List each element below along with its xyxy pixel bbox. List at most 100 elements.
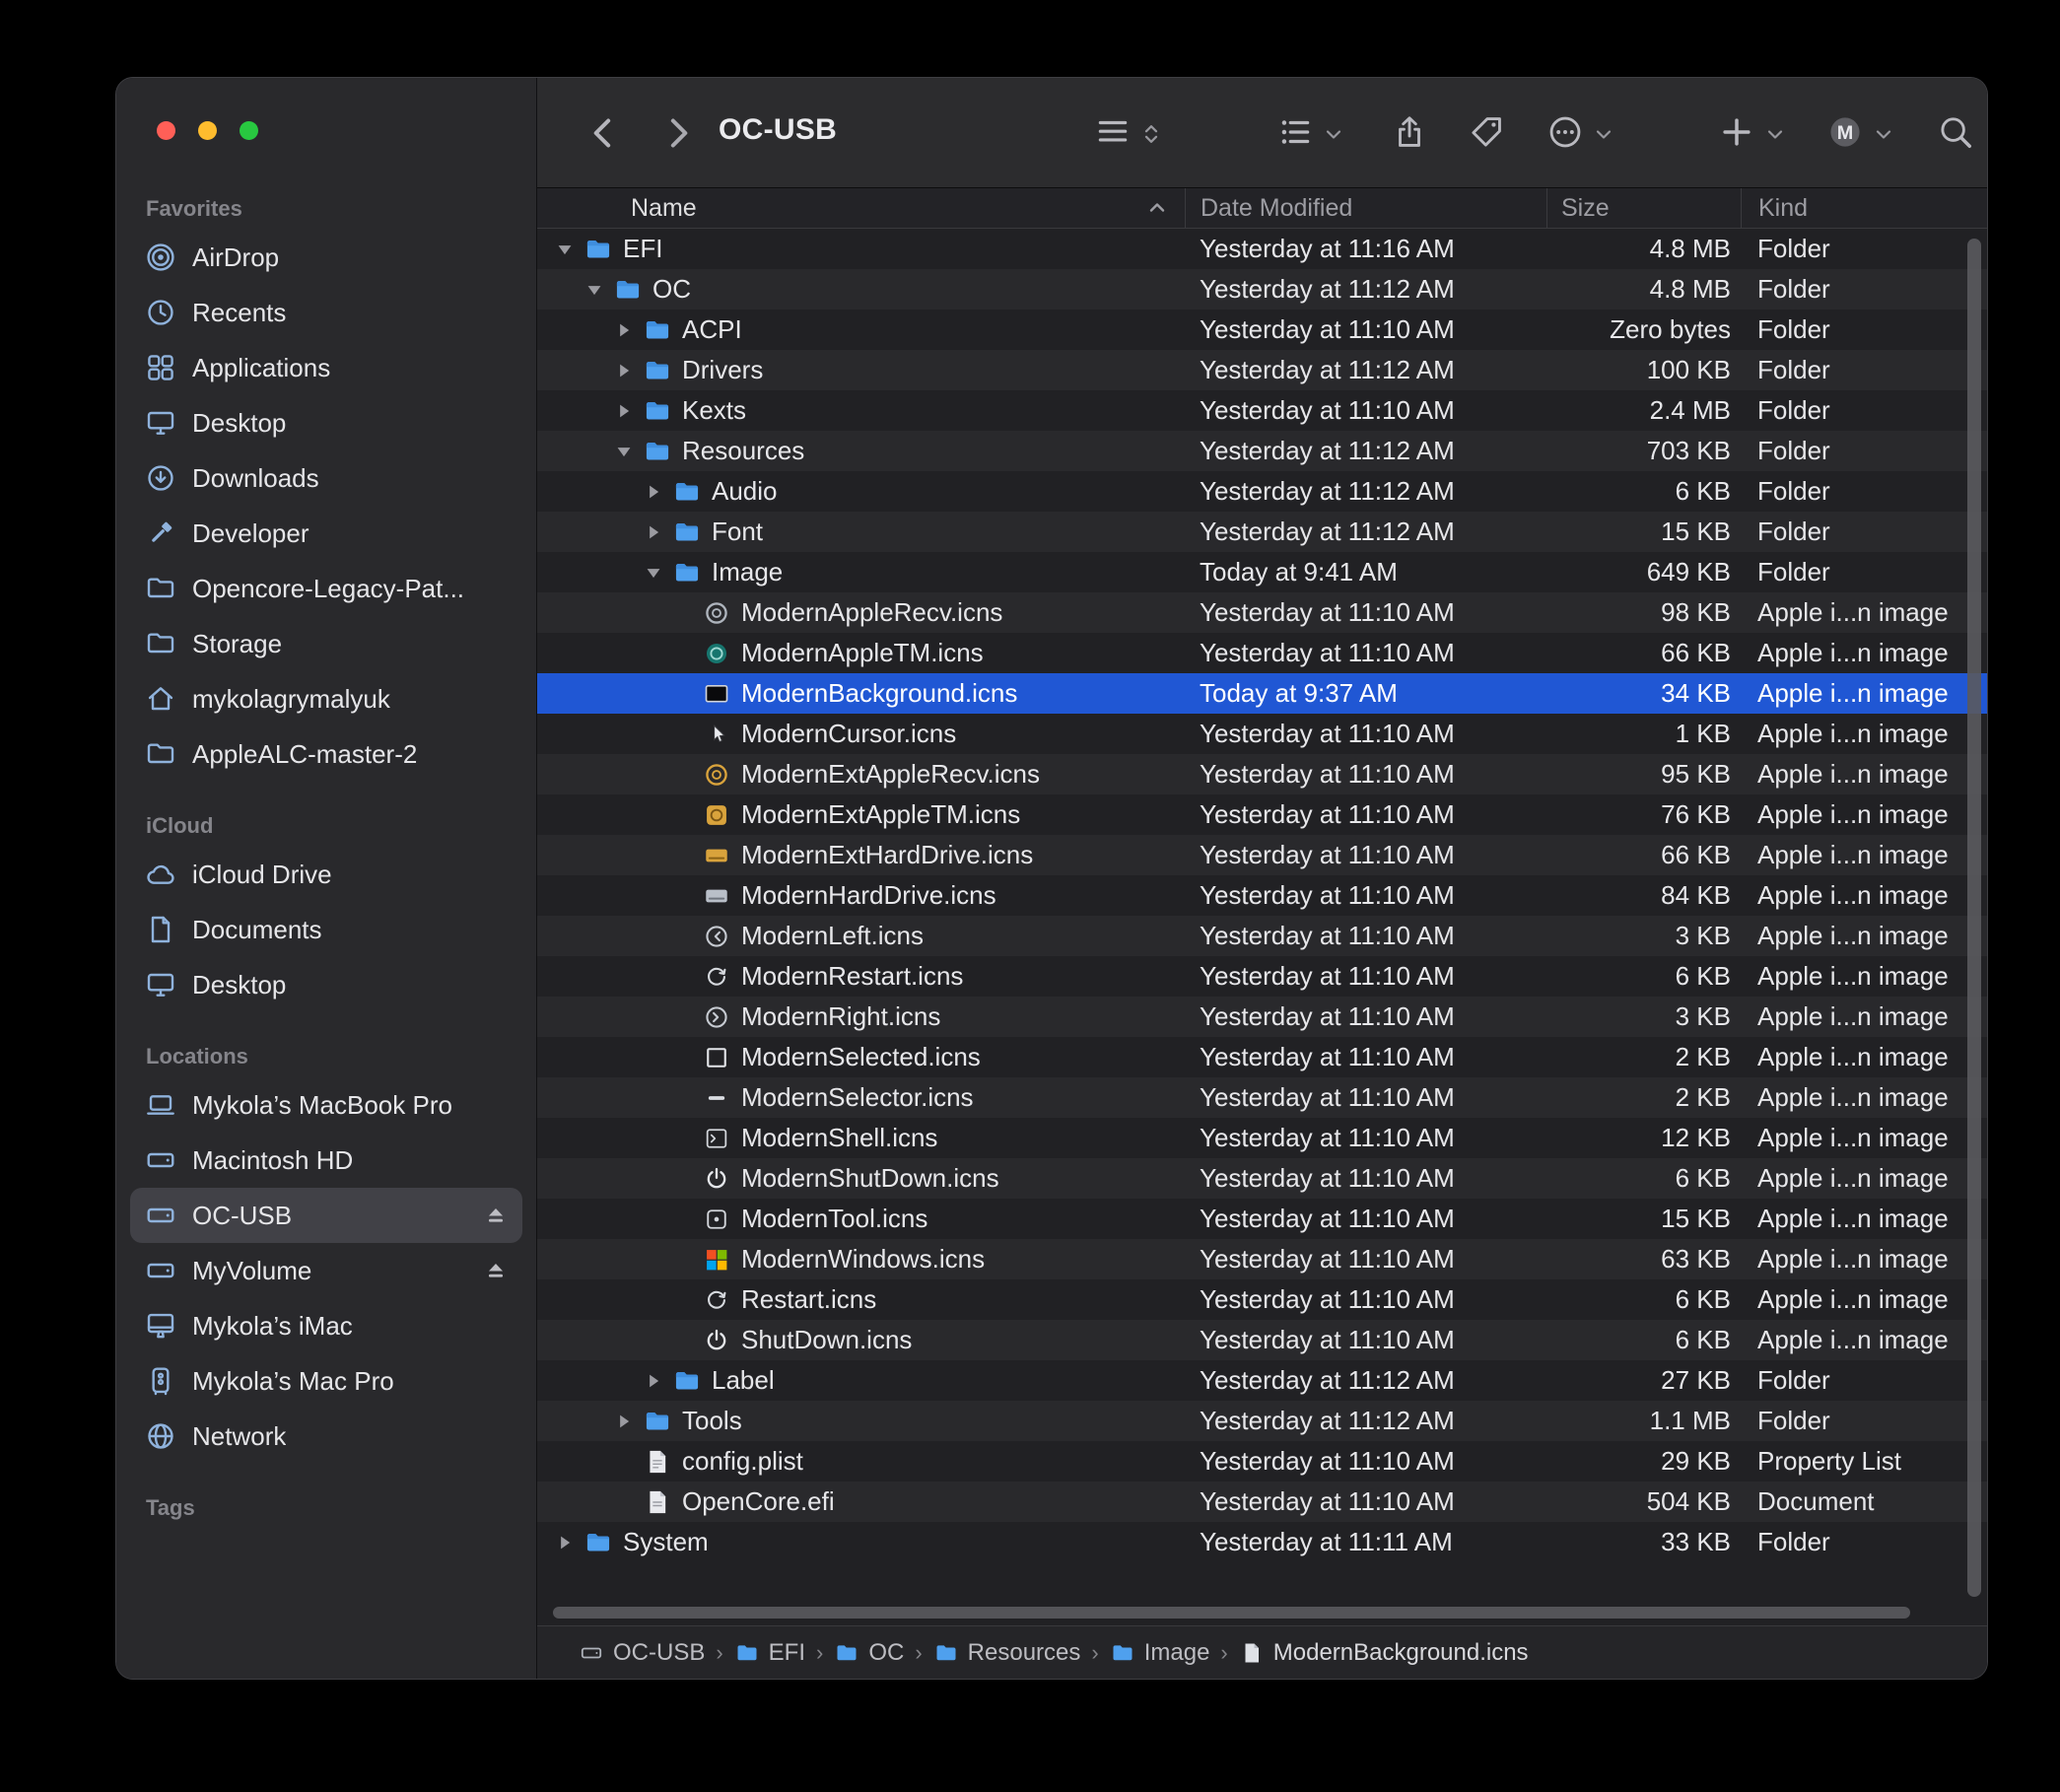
forward-button[interactable] xyxy=(657,113,697,153)
table-row[interactable]: ModernAppleRecv.icnsYesterday at 11:10 A… xyxy=(537,592,1987,633)
path-item-oc[interactable]: OC xyxy=(834,1639,904,1667)
table-row[interactable]: LabelYesterday at 11:12 AM27 KBFolder xyxy=(537,1360,1987,1401)
table-row[interactable]: ModernTool.icnsYesterday at 11:10 AM15 K… xyxy=(537,1199,1987,1239)
table-row[interactable]: ACPIYesterday at 11:10 AMZero bytesFolde… xyxy=(537,310,1987,350)
list-view-button[interactable] xyxy=(1094,111,1163,157)
table-row[interactable]: KextsYesterday at 11:10 AM2.4 MBFolder xyxy=(537,390,1987,431)
eject-icon[interactable] xyxy=(481,1201,511,1230)
table-row[interactable]: config.plistYesterday at 11:10 AM29 KBPr… xyxy=(537,1441,1987,1482)
sidebar-item-icloud-drive[interactable]: iCloud Drive xyxy=(130,847,522,902)
table-row[interactable]: ImageToday at 9:41 AM649 KBFolder xyxy=(537,552,1987,592)
table-row[interactable]: ModernExtAppleTM.icnsYesterday at 11:10 … xyxy=(537,794,1987,835)
disclosure-triangle-icon[interactable] xyxy=(613,400,635,422)
table-row[interactable]: ModernWindows.icnsYesterday at 11:10 AM6… xyxy=(537,1239,1987,1279)
file-kind: Apple i...n image xyxy=(1741,880,1987,911)
sidebar-item-oc-usb[interactable]: OC-USB xyxy=(130,1188,522,1243)
disclosure-triangle-icon[interactable] xyxy=(613,360,635,381)
column-header-name[interactable]: Name xyxy=(537,188,1185,228)
sidebar-item-network[interactable]: Network xyxy=(130,1409,522,1464)
table-row[interactable]: ModernExtHardDrive.icnsYesterday at 11:1… xyxy=(537,835,1987,875)
sidebar-item-documents[interactable]: Documents xyxy=(130,902,522,957)
horizontal-scrollbar[interactable] xyxy=(553,1607,1910,1619)
disclosure-triangle-icon[interactable] xyxy=(643,481,664,503)
group-button[interactable] xyxy=(1276,111,1345,157)
table-row[interactable]: ModernSelected.icnsYesterday at 11:10 AM… xyxy=(537,1037,1987,1077)
table-row[interactable]: AudioYesterday at 11:12 AM6 KBFolder xyxy=(537,471,1987,512)
folder-outline-icon xyxy=(144,627,177,660)
table-row[interactable]: SystemYesterday at 11:11 AM33 KBFolder xyxy=(537,1522,1987,1562)
disclosure-triangle-icon[interactable] xyxy=(584,279,605,301)
disclosure-triangle-icon[interactable] xyxy=(613,441,635,462)
disclosure-triangle-icon[interactable] xyxy=(643,562,664,584)
table-row[interactable]: ModernShell.icnsYesterday at 11:10 AM12 … xyxy=(537,1118,1987,1158)
sidebar-item-mykolagrymalyuk[interactable]: mykolagrymalyuk xyxy=(130,671,522,726)
table-row[interactable]: ModernSelector.icnsYesterday at 11:10 AM… xyxy=(537,1077,1987,1118)
minimize-button[interactable] xyxy=(198,121,217,140)
disclosure-triangle-icon[interactable] xyxy=(554,1532,576,1553)
table-row[interactable]: ToolsYesterday at 11:12 AM1.1 MBFolder xyxy=(537,1401,1987,1441)
disclosure-triangle-icon[interactable] xyxy=(643,521,664,543)
table-row[interactable]: ModernAppleTM.icnsYesterday at 11:10 AM6… xyxy=(537,633,1987,673)
table-row[interactable]: ModernShutDown.icnsYesterday at 11:10 AM… xyxy=(537,1158,1987,1199)
file-kind: Apple i...n image xyxy=(1741,1001,1987,1032)
close-button[interactable] xyxy=(157,121,175,140)
ellipsis-circle-button[interactable] xyxy=(1546,111,1615,157)
share-button[interactable] xyxy=(1391,111,1428,157)
path-item-resources[interactable]: Resources xyxy=(933,1639,1081,1667)
disclosure-triangle-icon[interactable] xyxy=(643,1370,664,1392)
path-item-oc-usb[interactable]: OC-USB xyxy=(579,1639,705,1667)
sidebar-item-macintosh-hd[interactable]: Macintosh HD xyxy=(130,1133,522,1188)
disclosure-triangle-icon[interactable] xyxy=(613,1411,635,1432)
plus-button[interactable] xyxy=(1718,111,1787,157)
sidebar-item-desktop[interactable]: Desktop xyxy=(130,957,522,1012)
sidebar-item-downloads[interactable]: Downloads xyxy=(130,450,522,506)
path-item-efi[interactable]: EFI xyxy=(734,1639,805,1667)
sidebar-item-airdrop[interactable]: AirDrop xyxy=(130,230,522,285)
column-header-date-modified[interactable]: Date Modified xyxy=(1185,188,1546,228)
sidebar-item-mykola-s-imac[interactable]: Mykola’s iMac xyxy=(130,1298,522,1353)
sidebar-item-applications[interactable]: Applications xyxy=(130,340,522,395)
eject-icon[interactable] xyxy=(481,1256,511,1285)
sidebar-item-mykola-s-mac-pro[interactable]: Mykola’s Mac Pro xyxy=(130,1353,522,1409)
table-row[interactable]: ModernLeft.icnsYesterday at 11:10 AM3 KB… xyxy=(537,916,1987,956)
table-row[interactable]: DriversYesterday at 11:12 AM100 KBFolder xyxy=(537,350,1987,390)
sidebar-item-mykola-s-macbook-pro[interactable]: Mykola’s MacBook Pro xyxy=(130,1077,522,1133)
table-row[interactable]: ModernHardDrive.icnsYesterday at 11:10 A… xyxy=(537,875,1987,916)
clock-icon xyxy=(144,296,177,329)
sidebar-item-developer[interactable]: Developer xyxy=(130,506,522,561)
table-row[interactable]: FontYesterday at 11:12 AM15 KBFolder xyxy=(537,512,1987,552)
table-row[interactable]: Restart.icnsYesterday at 11:10 AM6 KBApp… xyxy=(537,1279,1987,1320)
path-item-image[interactable]: Image xyxy=(1110,1639,1210,1667)
table-row[interactable]: EFIYesterday at 11:16 AM4.8 MBFolder xyxy=(537,229,1987,269)
disclosure-triangle-icon[interactable] xyxy=(613,319,635,341)
column-header-kind[interactable]: Kind xyxy=(1741,188,1987,228)
folder-file-icon xyxy=(643,1407,672,1436)
table-row[interactable]: ShutDown.icnsYesterday at 11:10 AM6 KBAp… xyxy=(537,1320,1987,1360)
sidebar-item-storage[interactable]: Storage xyxy=(130,616,522,671)
column-header-size[interactable]: Size xyxy=(1546,188,1741,228)
sidebar-item-recents[interactable]: Recents xyxy=(130,285,522,340)
table-row[interactable]: ModernBackground.icnsToday at 9:37 AM34 … xyxy=(537,673,1987,714)
sidebar-item-applealc-master-2[interactable]: AppleALC-master-2 xyxy=(130,726,522,782)
table-row[interactable]: ModernRestart.icnsYesterday at 11:10 AM6… xyxy=(537,956,1987,997)
sidebar-item-myvolume[interactable]: MyVolume xyxy=(130,1243,522,1298)
table-row[interactable]: OCYesterday at 11:12 AM4.8 MBFolder xyxy=(537,269,1987,310)
account-badge-button[interactable]: M xyxy=(1826,111,1895,157)
back-button[interactable] xyxy=(584,113,624,153)
folder-file-icon xyxy=(643,356,672,385)
sidebar-item-label: Mykola’s Mac Pro xyxy=(192,1366,394,1397)
sidebar-item-opencore-legacy-pat[interactable]: Opencore-Legacy-Pat... xyxy=(130,561,522,616)
table-row[interactable]: ModernRight.icnsYesterday at 11:10 AM3 K… xyxy=(537,997,1987,1037)
tag-button[interactable] xyxy=(1468,111,1505,157)
document-outline-icon xyxy=(144,913,177,946)
zoom-button[interactable] xyxy=(240,121,258,140)
table-row[interactable]: ModernCursor.icnsYesterday at 11:10 AM1 … xyxy=(537,714,1987,754)
sidebar-item-desktop[interactable]: Desktop xyxy=(130,395,522,450)
disclosure-triangle-icon[interactable] xyxy=(554,239,576,260)
table-row[interactable]: ResourcesYesterday at 11:12 AM703 KBFold… xyxy=(537,431,1987,471)
table-row[interactable]: OpenCore.efiYesterday at 11:10 AM504 KBD… xyxy=(537,1482,1987,1522)
search-button[interactable] xyxy=(1937,111,1974,157)
path-item-modernbackground-icns[interactable]: ModernBackground.icns xyxy=(1239,1639,1529,1667)
table-row[interactable]: ModernExtAppleRecv.icnsYesterday at 11:1… xyxy=(537,754,1987,794)
vertical-scrollbar[interactable] xyxy=(1967,239,1981,1597)
